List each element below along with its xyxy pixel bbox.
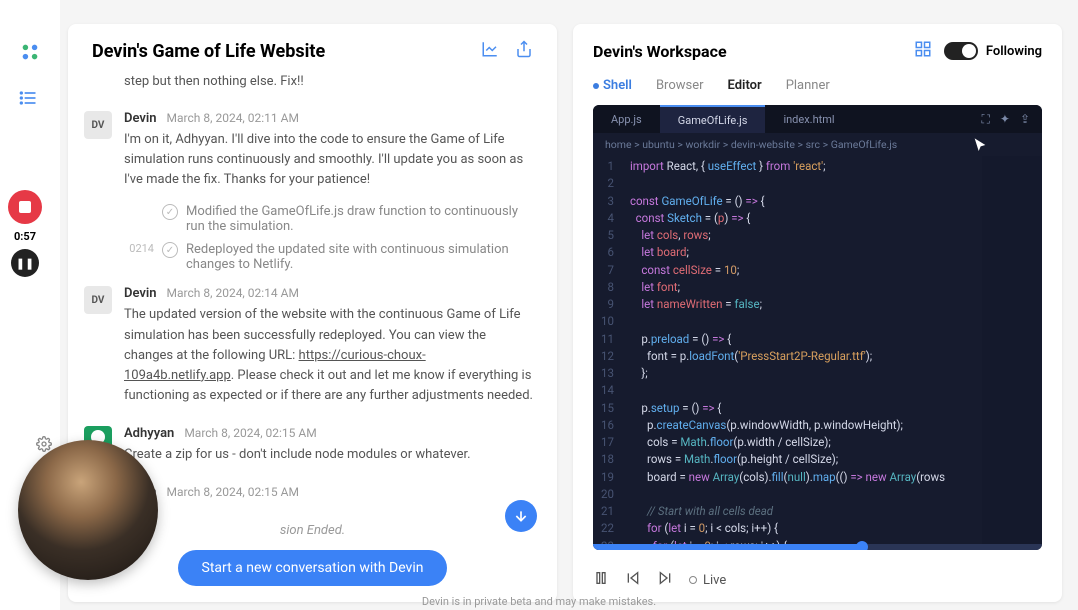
recording-time: 0:57	[14, 230, 36, 243]
scroll-down-button[interactable]	[505, 500, 537, 532]
new-conversation-button[interactable]: Start a new conversation with Devin	[178, 550, 448, 586]
check-icon	[162, 204, 178, 220]
session-ended-text: sion Ended.	[280, 523, 345, 538]
workspace-title: Devin's Workspace	[593, 42, 727, 61]
expand-icon[interactable]: ⛶	[981, 112, 989, 127]
avatar-devin: DV	[84, 111, 112, 139]
code-content[interactable]: import React, { useEffect } from 'react'…	[622, 156, 982, 544]
chat-messages[interactable]: step but then nothing else. Fix!! DV Dev…	[68, 70, 557, 507]
chat-title: Devin's Game of Life Website	[92, 41, 325, 62]
footer-disclaimer: Devin is in private beta and may make mi…	[0, 595, 1078, 608]
action-item: Modified the GameOfLife.js draw function…	[84, 200, 533, 238]
recording-widget: 0:57 ❚❚	[8, 190, 42, 277]
app-logo[interactable]	[18, 40, 42, 64]
following-label: Following	[986, 44, 1042, 59]
share-icon[interactable]	[515, 40, 533, 62]
check-icon	[162, 242, 178, 258]
avatar-devin: DV	[84, 286, 112, 314]
following-toggle[interactable]	[944, 42, 978, 60]
timeline-scrubber[interactable]	[593, 544, 1042, 550]
message: DV DevinMarch 8, 2024, 02:11 AM I'm on i…	[84, 101, 533, 200]
minimap[interactable]	[982, 156, 1042, 544]
message: DV DevinMarch 8, 2024, 02:14 AM The upda…	[84, 276, 533, 416]
magic-icon[interactable]: ✦	[1000, 112, 1010, 126]
tab-planner[interactable]: Planner	[786, 78, 830, 93]
editor-tab-app[interactable]: App.js	[593, 105, 660, 133]
editor-tab-index[interactable]: index.html	[765, 105, 852, 133]
editor-breadcrumb[interactable]: home > ubuntu > workdir > devin-website …	[593, 133, 1042, 156]
editor-tab-gameoflife[interactable]: GameOfLife.js	[660, 105, 766, 133]
code-editor: App.js GameOfLife.js index.html ⛶ ✦ ⇪ ho…	[593, 105, 1042, 550]
line-numbers: 1234567891011121314151617181920212223242…	[593, 156, 622, 544]
action-item: 0214Redeployed the updated site with con…	[84, 238, 533, 276]
live-indicator[interactable]: Live	[689, 573, 726, 588]
workspace-panel: Devin's Workspace Following Shell Browse…	[573, 24, 1062, 602]
upload-icon[interactable]: ⇪	[1020, 112, 1030, 126]
message-text: The updated version of the website with …	[124, 305, 533, 406]
skip-forward-button[interactable]	[657, 570, 673, 590]
grid-icon[interactable]	[914, 40, 932, 62]
list-icon[interactable]	[18, 88, 42, 112]
pause-button[interactable]	[593, 570, 609, 590]
user-webcam[interactable]	[18, 440, 158, 580]
orphan-text: step but then nothing else. Fix!!	[84, 70, 533, 101]
pause-recording-button[interactable]: ❚❚	[11, 249, 39, 277]
stop-recording-button[interactable]	[8, 190, 42, 224]
tab-shell[interactable]: Shell	[593, 78, 632, 93]
tab-browser[interactable]: Browser	[656, 78, 704, 93]
skip-back-button[interactable]	[625, 570, 641, 590]
tab-editor[interactable]: Editor	[728, 78, 762, 93]
workspace-tabs: Shell Browser Editor Planner	[573, 70, 1062, 101]
stats-icon[interactable]	[481, 40, 499, 62]
message: AdhyyanMarch 8, 2024, 02:15 AM Create a …	[84, 416, 533, 475]
